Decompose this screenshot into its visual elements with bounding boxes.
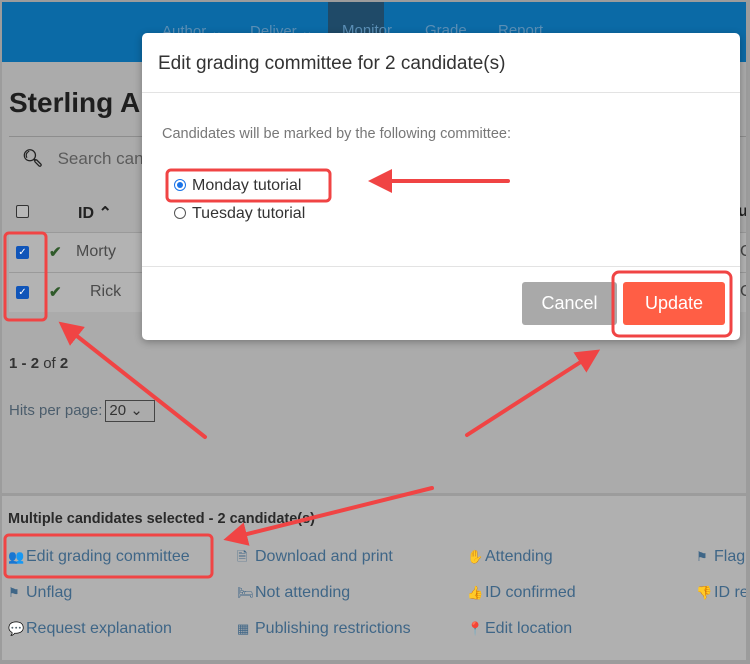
annotation-overlay — [3, 168, 733, 579]
arrow — [465, 349, 601, 437]
highlight-box — [3, 231, 48, 322]
highlight-box — [165, 168, 332, 203]
arrow — [223, 486, 434, 546]
arrow — [58, 321, 207, 439]
highlight-box — [3, 533, 214, 579]
highlight-box — [611, 270, 733, 338]
